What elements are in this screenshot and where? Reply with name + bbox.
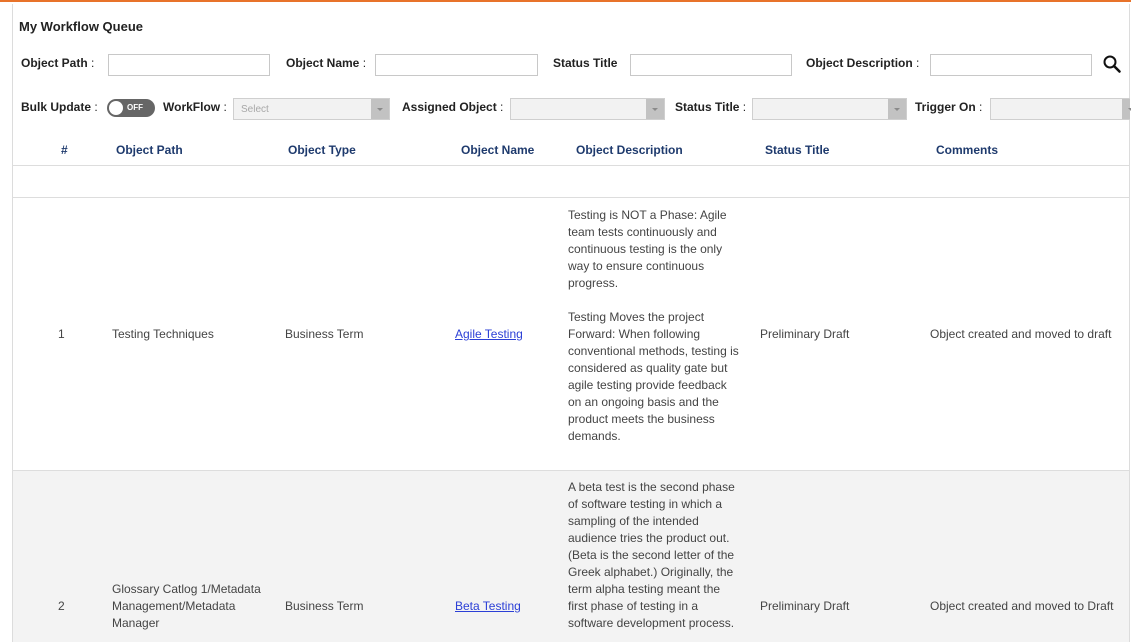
toggle-state-text: OFF	[127, 103, 143, 112]
col-header-object-path[interactable]: Object Path	[116, 143, 183, 157]
workflow-label-text: WorkFlow	[163, 100, 221, 114]
assigned-object-label: Assigned Object :	[402, 100, 504, 114]
row-object-path: Testing Techniques	[112, 327, 214, 341]
status-title-input[interactable]	[630, 54, 792, 76]
row-comments: Object created and moved to Draft	[930, 599, 1114, 613]
col-header-object-type[interactable]: Object Type	[288, 143, 356, 157]
row-status-title: Preliminary Draft	[760, 327, 850, 341]
row-object-type: Business Term	[285, 599, 364, 613]
row-comments: Object created and moved to draft	[930, 327, 1112, 341]
chevron-down-icon	[1122, 99, 1131, 119]
filter-row-divider	[12, 197, 1129, 198]
toggle-knob	[109, 101, 123, 115]
workflow-queue-panel: My Workflow Queue Object Path : Object N…	[0, 0, 1131, 642]
object-description-label: Object Description :	[806, 56, 920, 70]
object-name-label-text: Object Name	[286, 56, 360, 70]
row-number: 1	[58, 327, 65, 341]
trigger-on-label-text: Trigger On	[915, 100, 976, 114]
row-object-description: Testing is NOT a Phase: Agile team tests…	[568, 208, 739, 443]
row-number: 2	[58, 599, 65, 613]
assigned-object-select[interactable]	[510, 98, 665, 120]
chevron-down-icon	[888, 99, 906, 119]
col-header-object-description[interactable]: Object Description	[576, 143, 683, 157]
workflow-select-placeholder: Select	[241, 104, 269, 115]
object-name-link[interactable]: Beta Testing	[455, 598, 521, 615]
header-divider	[12, 165, 1129, 166]
status-title-bulk-label-text: Status Title	[675, 100, 740, 114]
trigger-on-select[interactable]	[990, 98, 1131, 120]
workflow-label: WorkFlow :	[163, 100, 227, 114]
workflow-select[interactable]: Select	[233, 98, 390, 120]
chevron-down-icon	[371, 99, 389, 119]
row-object-description: A beta test is the second phase of softw…	[568, 480, 735, 630]
col-header-object-name[interactable]: Object Name	[461, 143, 534, 157]
search-icon[interactable]	[1102, 54, 1122, 74]
bulk-update-label: Bulk Update :	[21, 100, 98, 114]
chevron-down-icon	[646, 99, 664, 119]
bulk-update-toggle[interactable]: OFF	[107, 99, 155, 117]
object-description-label-text: Object Description	[806, 56, 913, 70]
trigger-on-label: Trigger On :	[915, 100, 983, 114]
assigned-object-label-text: Assigned Object	[402, 100, 497, 114]
object-name-input[interactable]	[375, 54, 538, 76]
object-path-input[interactable]	[108, 54, 270, 76]
bulk-update-label-text: Bulk Update	[21, 100, 92, 114]
status-title-filter-label-text: Status Title	[553, 56, 618, 70]
col-header-comments[interactable]: Comments	[936, 143, 998, 157]
col-header-num: #	[61, 143, 68, 157]
status-title-filter-label: Status Title	[553, 56, 617, 70]
object-path-label: Object Path :	[21, 56, 95, 70]
status-title-select[interactable]	[752, 98, 907, 120]
row-status-title: Preliminary Draft	[760, 599, 850, 613]
row-object-path: Glossary Catlog 1/Metadata Management/Me…	[112, 582, 261, 630]
row-object-type: Business Term	[285, 327, 364, 341]
col-header-status-title[interactable]: Status Title	[765, 143, 829, 157]
object-description-input[interactable]	[930, 54, 1092, 76]
page-title: My Workflow Queue	[19, 19, 143, 34]
object-name-label: Object Name :	[286, 56, 367, 70]
object-path-label-text: Object Path	[21, 56, 88, 70]
object-name-link[interactable]: Agile Testing	[455, 326, 523, 343]
status-title-bulk-label: Status Title :	[675, 100, 747, 114]
